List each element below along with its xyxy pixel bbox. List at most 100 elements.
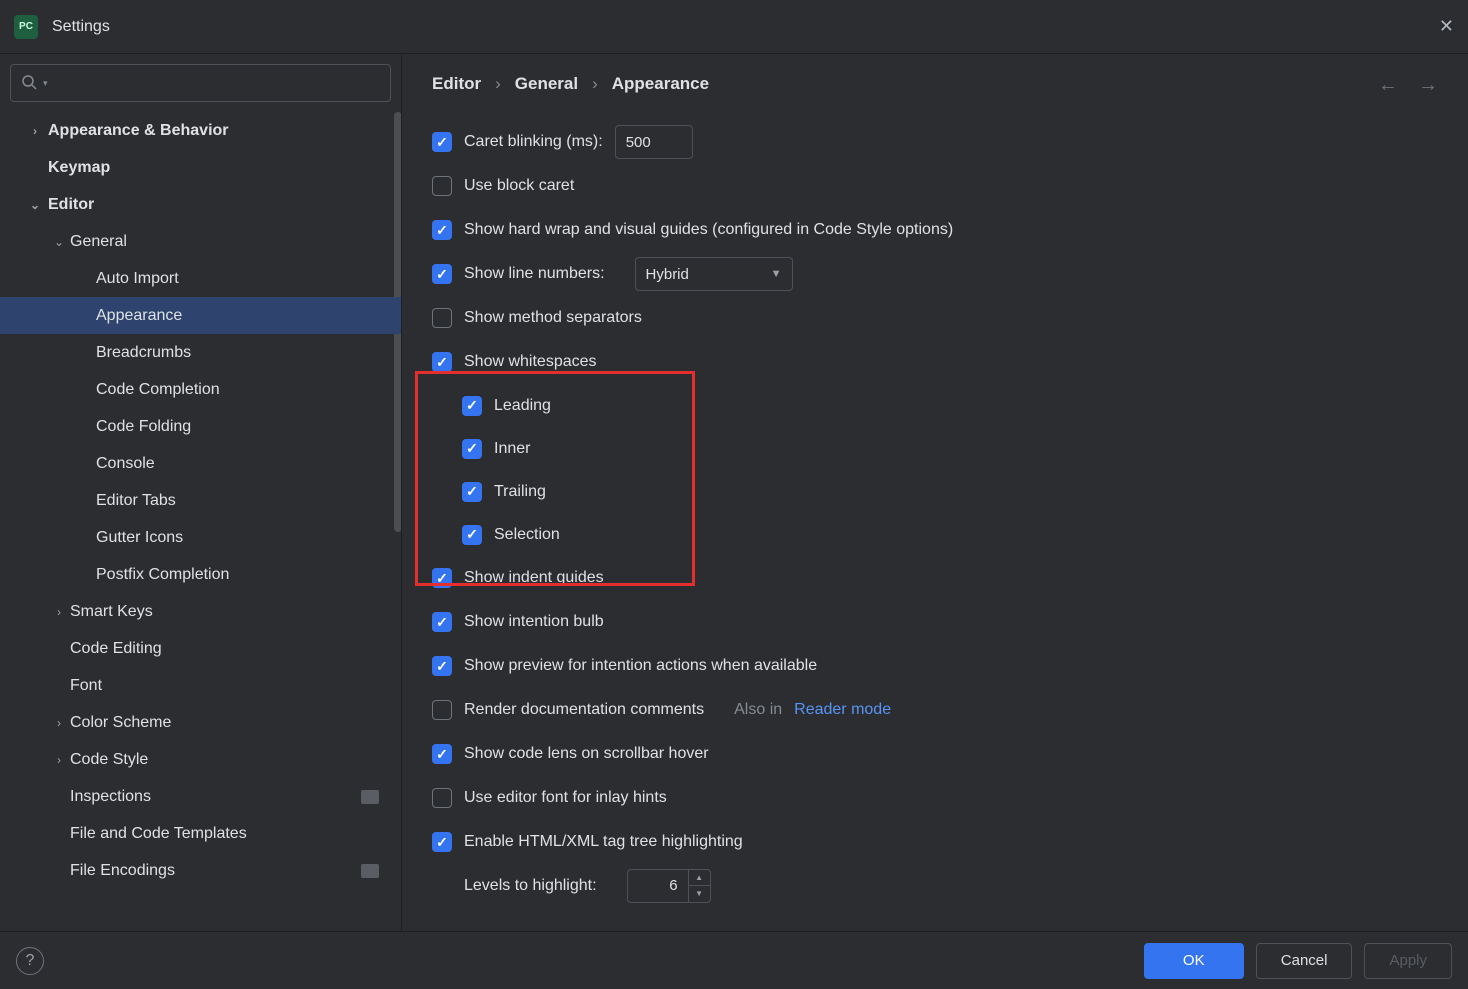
chevron-down-icon[interactable]: ⌄ xyxy=(48,235,70,249)
checkbox-code-lens[interactable] xyxy=(432,744,452,764)
line-numbers-select[interactable]: Hybrid ▼ xyxy=(635,257,793,291)
search-dropdown-icon[interactable]: ▾ xyxy=(43,78,48,89)
stepper-down-icon[interactable]: ▼ xyxy=(689,886,710,902)
chevron-right-icon[interactable]: › xyxy=(24,124,46,138)
sidebar-item-editor[interactable]: ⌄Editor xyxy=(0,186,401,223)
sidebar: ▾ ›Appearance & BehaviorKeymap⌄Editor⌄Ge… xyxy=(0,54,402,931)
sidebar-item-code-completion[interactable]: Code Completion xyxy=(0,371,401,408)
sidebar-item-color-scheme[interactable]: ›Color Scheme xyxy=(0,704,401,741)
option-label: Show line numbers: xyxy=(464,265,605,283)
sidebar-item-smart-keys[interactable]: ›Smart Keys xyxy=(0,593,401,630)
sidebar-item-label: Editor Tabs xyxy=(96,492,176,510)
option-label: Show preview for intention actions when … xyxy=(464,657,817,675)
reader-mode-link[interactable]: Reader mode xyxy=(794,701,891,719)
checkbox-intention-bulb[interactable] xyxy=(432,612,452,632)
sidebar-item-label: Code Editing xyxy=(70,640,162,658)
options-list: Caret blinking (ms): Use block caret Sho… xyxy=(432,114,1438,931)
checkbox-intention-preview[interactable] xyxy=(432,656,452,676)
sidebar-item-console[interactable]: Console xyxy=(0,445,401,482)
chevron-right-icon[interactable]: › xyxy=(48,716,70,730)
option-label: Use block caret xyxy=(464,177,574,195)
sidebar-item-appearance-behavior[interactable]: ›Appearance & Behavior xyxy=(0,112,401,149)
sidebar-item-gutter-icons[interactable]: Gutter Icons xyxy=(0,519,401,556)
checkbox-whitespace-trailing[interactable] xyxy=(462,482,482,502)
sidebar-item-label: Appearance & Behavior xyxy=(48,122,229,140)
levels-stepper[interactable]: 6 ▲ ▼ xyxy=(627,869,711,903)
breadcrumb-item[interactable]: Appearance xyxy=(612,74,709,94)
breadcrumb-item[interactable]: Editor xyxy=(432,74,481,94)
checkbox-show-whitespaces[interactable] xyxy=(432,352,452,372)
sidebar-item-postfix-completion[interactable]: Postfix Completion xyxy=(0,556,401,593)
apply-button[interactable]: Apply xyxy=(1364,943,1452,979)
checkbox-use-block-caret[interactable] xyxy=(432,176,452,196)
option-caret-blinking: Caret blinking (ms): xyxy=(432,120,1438,164)
sidebar-item-code-editing[interactable]: Code Editing xyxy=(0,630,401,667)
checkbox-indent-guides[interactable] xyxy=(432,568,452,588)
checkbox-hard-wrap[interactable] xyxy=(432,220,452,240)
breadcrumb-item[interactable]: General xyxy=(515,74,578,94)
checkbox-editor-font-inlay[interactable] xyxy=(432,788,452,808)
checkbox-whitespace-selection[interactable] xyxy=(462,525,482,545)
sidebar-item-label: Keymap xyxy=(48,159,110,177)
content: ▾ ›Appearance & BehaviorKeymap⌄Editor⌄Ge… xyxy=(0,54,1468,931)
option-intention-bulb: Show intention bulb xyxy=(432,600,1438,644)
nav-arrows: ← → xyxy=(1378,74,1438,97)
sidebar-item-label: Code Folding xyxy=(96,418,191,436)
option-levels: Levels to highlight: 6 ▲ ▼ xyxy=(432,864,1438,907)
option-show-whitespaces: Show whitespaces xyxy=(432,340,1438,384)
cancel-button[interactable]: Cancel xyxy=(1256,943,1353,979)
settings-tree[interactable]: ›Appearance & BehaviorKeymap⌄Editor⌄Gene… xyxy=(0,112,401,931)
option-whitespace-leading: Leading xyxy=(432,384,1438,427)
checkbox-method-separators[interactable] xyxy=(432,308,452,328)
sidebar-item-file-encodings[interactable]: File Encodings xyxy=(0,852,401,889)
nav-back-icon[interactable]: ← xyxy=(1378,74,1398,97)
sidebar-item-general[interactable]: ⌄General xyxy=(0,223,401,260)
sidebar-item-label: Code Style xyxy=(70,751,148,769)
sidebar-item-code-style[interactable]: ›Code Style xyxy=(0,741,401,778)
option-label: Show hard wrap and visual guides (config… xyxy=(464,221,953,239)
sidebar-item-file-and-code-templates[interactable]: File and Code Templates xyxy=(0,815,401,852)
option-use-block-caret: Use block caret xyxy=(432,164,1438,208)
checkbox-html-xml[interactable] xyxy=(432,832,452,852)
breadcrumb: Editor › General › Appearance xyxy=(432,54,1438,114)
nav-forward-icon[interactable]: → xyxy=(1418,74,1438,97)
sidebar-item-label: Appearance xyxy=(96,307,182,325)
stepper-up-icon[interactable]: ▲ xyxy=(689,870,710,887)
sidebar-item-inspections[interactable]: Inspections xyxy=(0,778,401,815)
ok-button[interactable]: OK xyxy=(1144,943,1244,979)
checkbox-whitespace-leading[interactable] xyxy=(462,396,482,416)
close-icon[interactable]: ✕ xyxy=(1439,16,1454,37)
sidebar-item-breadcrumbs[interactable]: Breadcrumbs xyxy=(0,334,401,371)
sidebar-item-label: Inspections xyxy=(70,788,151,806)
sidebar-item-code-folding[interactable]: Code Folding xyxy=(0,408,401,445)
option-hard-wrap: Show hard wrap and visual guides (config… xyxy=(432,208,1438,252)
option-label: Use editor font for inlay hints xyxy=(464,789,667,807)
chevron-right-icon[interactable]: › xyxy=(48,605,70,619)
select-value: Hybrid xyxy=(646,266,689,283)
caret-blinking-input[interactable] xyxy=(615,125,693,159)
search-input[interactable]: ▾ xyxy=(10,64,391,102)
checkbox-caret-blinking[interactable] xyxy=(432,132,452,152)
checkbox-line-numbers[interactable] xyxy=(432,264,452,284)
sidebar-item-font[interactable]: Font xyxy=(0,667,401,704)
sidebar-item-label: File Encodings xyxy=(70,862,175,880)
help-button[interactable]: ? xyxy=(16,947,44,975)
option-label: Inner xyxy=(494,440,530,458)
sidebar-item-label: Gutter Icons xyxy=(96,529,183,547)
checkbox-whitespace-inner[interactable] xyxy=(462,439,482,459)
also-in-hint: Also in xyxy=(734,701,782,719)
chevron-down-icon[interactable]: ⌄ xyxy=(24,198,46,212)
option-label: Show code lens on scrollbar hover xyxy=(464,745,709,763)
option-code-lens: Show code lens on scrollbar hover xyxy=(432,732,1438,776)
sidebar-item-keymap[interactable]: Keymap xyxy=(0,149,401,186)
sidebar-item-label: Code Completion xyxy=(96,381,220,399)
checkbox-render-doc[interactable] xyxy=(432,700,452,720)
sidebar-item-auto-import[interactable]: Auto Import xyxy=(0,260,401,297)
option-label: Show whitespaces xyxy=(464,353,597,371)
sidebar-item-editor-tabs[interactable]: Editor Tabs xyxy=(0,482,401,519)
sidebar-item-appearance[interactable]: Appearance xyxy=(0,297,401,334)
chevron-right-icon[interactable]: › xyxy=(48,753,70,767)
search-icon xyxy=(21,74,37,93)
sidebar-item-label: Smart Keys xyxy=(70,603,153,621)
project-badge-icon xyxy=(361,790,379,804)
